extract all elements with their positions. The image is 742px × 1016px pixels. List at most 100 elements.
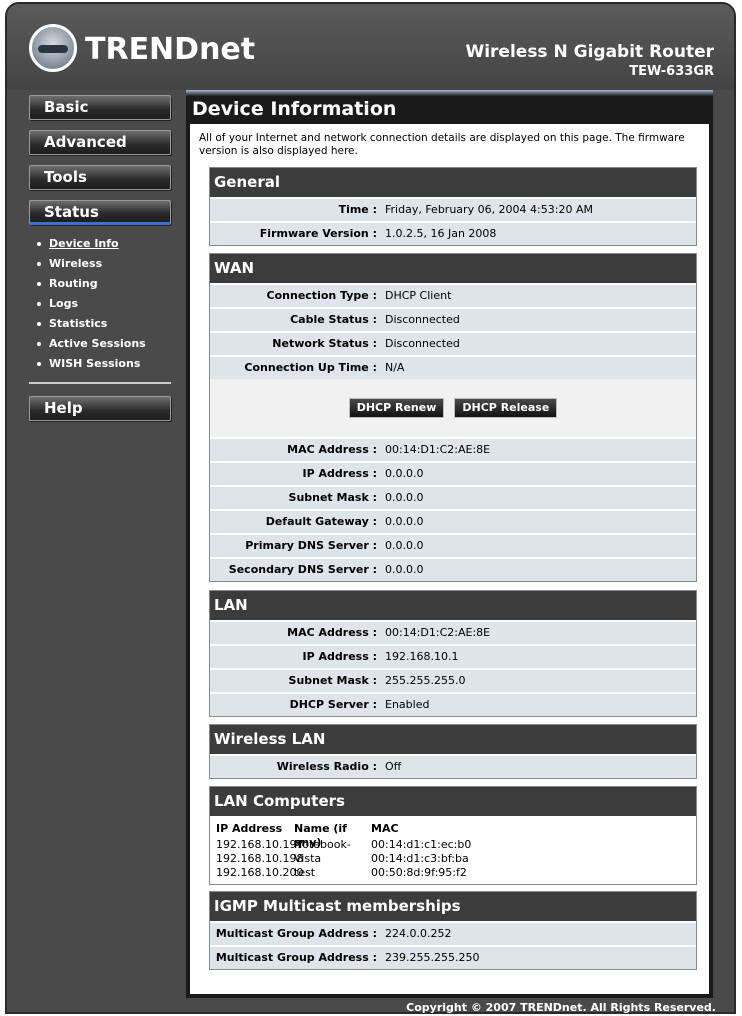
wireless-lan-section: Wireless LAN Wireless Radio Off (209, 724, 697, 779)
field-value: Disconnected (385, 337, 460, 350)
info-row: IP Address 192.168.10.1 (210, 644, 696, 668)
field-label: Subnet Mask (210, 670, 381, 692)
bullet-icon (37, 342, 41, 346)
field-value: 192.168.10.1 (385, 650, 459, 663)
subnav-label: Wireless (49, 257, 103, 270)
field-value: 00:14:D1:C2:AE:8E (385, 443, 491, 456)
field-value: Off (385, 760, 402, 773)
field-label: Connection Up Time (210, 357, 381, 379)
field-label: Firmware Version (210, 223, 381, 245)
subnav-label: Logs (49, 297, 78, 310)
content-title-bar: Device Information (186, 90, 713, 124)
info-row: Subnet Mask 0.0.0.0 (210, 485, 696, 509)
info-row: Time Friday, February 06, 2004 4:53:20 AM (210, 197, 696, 221)
column-header: Name (if any) (294, 822, 347, 849)
field-value: Friday, February 06, 2004 4:53:20 AM (385, 203, 593, 216)
column-header: IP Address (216, 822, 283, 835)
table-cell: 00:14:d1:c1:ec:b0 (371, 838, 472, 851)
field-value: 0.0.0.0 (385, 563, 424, 576)
info-row: Connection Type DHCP Client (210, 283, 696, 307)
field-label: DHCP Server (210, 694, 381, 716)
bullet-icon (37, 242, 41, 246)
info-row: Network Status Disconnected (210, 331, 696, 355)
subnav-logs[interactable]: Logs (37, 294, 171, 314)
info-row: Cable Status Disconnected (210, 307, 696, 331)
field-label: Primary DNS Server (210, 535, 381, 557)
nav-help[interactable]: Help (29, 396, 171, 421)
model-number: TEW-633GR (629, 64, 714, 79)
field-label: Wireless Radio (210, 756, 381, 778)
lan-section: LAN MAC Address 00:14:D1:C2:AE:8E IP Addr… (209, 590, 697, 717)
table-cell: 00:14:d1:c3:bf:ba (371, 852, 469, 865)
field-value: N/A (385, 361, 405, 374)
section-title: IGMP Multicast memberships (210, 892, 696, 921)
product-name: Wireless N Gigabit Router (465, 42, 714, 62)
subnav-label: WISH Sessions (49, 357, 141, 370)
page-title: Device Information (192, 98, 397, 120)
table-cell (294, 852, 371, 866)
subnav-active-sessions[interactable]: Active Sessions (37, 334, 171, 354)
wan-section: WAN Connection Type DHCP Client Cable Sta… (209, 253, 697, 582)
table-cell: 192.168.10.198 (216, 852, 304, 865)
subnav-label: Statistics (49, 317, 108, 330)
dhcp-renew-button[interactable]: DHCP Renew (348, 398, 445, 418)
general-section: General Time Friday, February 06, 2004 4:… (209, 167, 697, 246)
subnav-wish-sessions[interactable]: WISH Sessions (37, 354, 171, 374)
field-label: Default Gateway (210, 511, 381, 533)
field-label: IP Address (210, 463, 381, 485)
subnav-statistics[interactable]: Statistics (37, 314, 171, 334)
field-value: Disconnected (385, 313, 460, 326)
brand-logo: TRENDnet (85, 32, 256, 67)
field-value: 1.0.2.5, 16 Jan 2008 (385, 227, 497, 240)
lan-computers-section: LAN Computers IP Address Name (if any) M… (209, 786, 697, 885)
dhcp-release-button[interactable]: DHCP Release (454, 398, 558, 418)
field-label: Multicast Group Address (210, 947, 381, 969)
sidebar: Basic Advanced Tools Status Device Info … (29, 95, 175, 431)
field-label: Multicast Group Address (210, 923, 381, 945)
table-row: 192.168.10.200 test 00:50:8d:9f:95:f2 (216, 866, 696, 880)
field-value: 0.0.0.0 (385, 539, 424, 552)
field-label: Connection Type (210, 285, 381, 307)
field-value: 0.0.0.0 (385, 515, 424, 528)
field-value: 239.255.255.250 (385, 951, 480, 964)
nav-advanced[interactable]: Advanced (29, 130, 171, 155)
content-panel: All of your Internet and network connect… (186, 90, 713, 998)
info-row: Default Gateway 0.0.0.0 (210, 509, 696, 533)
bullet-icon (37, 262, 41, 266)
table-cell: Notebook-Vista (294, 838, 351, 865)
section-title: LAN Computers (210, 787, 696, 816)
info-row: Multicast Group Address 239.255.255.250 (210, 945, 696, 969)
table-header: IP Address Name (if any) MAC (216, 822, 696, 849)
subnav-wireless[interactable]: Wireless (37, 254, 171, 274)
info-row: Firmware Version 1.0.2.5, 16 Jan 2008 (210, 221, 696, 245)
status-submenu: Device Info Wireless Routing Logs Statis… (29, 230, 171, 384)
nav-status[interactable]: Status (29, 200, 171, 225)
info-row: Connection Up Time N/A (210, 355, 696, 379)
nav-tools[interactable]: Tools (29, 165, 171, 190)
section-title: Wireless LAN (210, 725, 696, 754)
intro-text: All of your Internet and network connect… (199, 132, 685, 157)
table-cell: 192.168.10.200 (216, 866, 304, 879)
section-title: WAN (210, 254, 696, 283)
field-value: DHCP Client (385, 289, 452, 302)
field-value: 0.0.0.0 (385, 491, 424, 504)
info-row: Primary DNS Server 0.0.0.0 (210, 533, 696, 557)
field-value: 224.0.0.252 (385, 927, 452, 940)
subnav-label: Routing (49, 277, 98, 290)
info-row: Secondary DNS Server 0.0.0.0 (210, 557, 696, 581)
header: TRENDnet Wireless N Gigabit Router TEW-6… (7, 4, 734, 90)
subnav-routing[interactable]: Routing (37, 274, 171, 294)
bullet-icon (37, 322, 41, 326)
table-cell: 192.168.10.197 (216, 838, 304, 851)
field-value: 0.0.0.0 (385, 467, 424, 480)
info-row: IP Address 0.0.0.0 (210, 461, 696, 485)
field-label: MAC Address (210, 439, 381, 461)
footer-copyright: Copyright © 2007 TRENDnet. All Rights Re… (406, 1001, 716, 1014)
field-label: IP Address (210, 646, 381, 668)
info-row: MAC Address 00:14:D1:C2:AE:8E (210, 620, 696, 644)
field-label: Network Status (210, 333, 381, 355)
section-title: LAN (210, 591, 696, 620)
field-label: Time (210, 199, 381, 221)
nav-basic[interactable]: Basic (29, 95, 171, 120)
subnav-device-info[interactable]: Device Info (37, 234, 171, 254)
